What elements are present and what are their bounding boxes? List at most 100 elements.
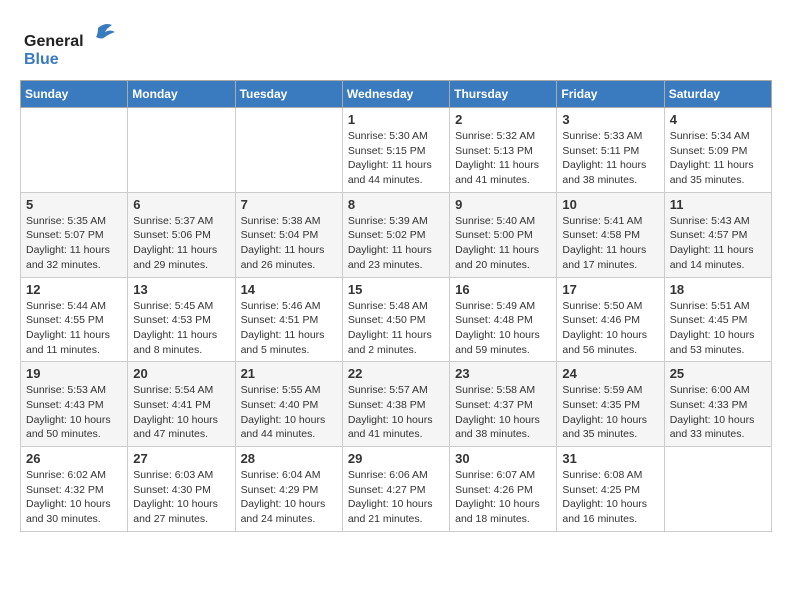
calendar-cell: 4Sunrise: 5:34 AM Sunset: 5:09 PM Daylig… (664, 108, 771, 193)
calendar-cell: 25 Sunrise: 6:00 AM Sunset: 4:33 PM Dayli… (664, 362, 771, 447)
calendar-cell: 14 Sunrise: 5:46 AM Sunset: 4:51 PM Dayli… (235, 277, 342, 362)
day-info: Sunrise: 5:41 AM Sunset: 4:58 PM Dayligh… (562, 214, 658, 273)
calendar-cell (235, 108, 342, 193)
svg-text:General: General (24, 33, 84, 50)
day-info: Sunrise: 5:35 AM Sunset: 5:07 PM Dayligh… (26, 214, 122, 273)
calendar-cell: 12 Sunrise: 5:44 AM Sunset: 4:55 PM Dayli… (21, 277, 128, 362)
day-number: 2 (455, 112, 551, 127)
calendar-cell: 8 Sunrise: 5:39 AM Sunset: 5:02 PM Daylig… (342, 192, 449, 277)
calendar-header-row: SundayMondayTuesdayWednesdayThursdayFrid… (21, 81, 772, 108)
day-number: 12 (26, 282, 122, 297)
calendar-cell: 24 Sunrise: 5:59 AM Sunset: 4:35 PM Dayli… (557, 362, 664, 447)
day-info: Sunrise: 5:38 AM Sunset: 5:04 PM Dayligh… (241, 214, 337, 273)
calendar-cell: 30 Sunrise: 6:07 AM Sunset: 4:26 PM Dayli… (450, 447, 557, 532)
calendar-table: SundayMondayTuesdayWednesdayThursdayFrid… (20, 80, 772, 532)
calendar-cell: 13 Sunrise: 5:45 AM Sunset: 4:53 PM Dayli… (128, 277, 235, 362)
calendar-cell: 17 Sunrise: 5:50 AM Sunset: 4:46 PM Dayli… (557, 277, 664, 362)
day-info: Sunrise: 5:53 AM Sunset: 4:43 PM Dayligh… (26, 383, 122, 442)
calendar-cell: 1Sunrise: 5:30 AM Sunset: 5:15 PM Daylig… (342, 108, 449, 193)
day-number: 8 (348, 197, 444, 212)
day-info: Sunrise: 5:44 AM Sunset: 4:55 PM Dayligh… (26, 299, 122, 358)
day-info: Sunrise: 5:39 AM Sunset: 5:02 PM Dayligh… (348, 214, 444, 273)
week-row-5: 26 Sunrise: 6:02 AM Sunset: 4:32 PM Dayli… (21, 447, 772, 532)
week-row-1: 1Sunrise: 5:30 AM Sunset: 5:15 PM Daylig… (21, 108, 772, 193)
day-number: 13 (133, 282, 229, 297)
day-info: Sunrise: 5:59 AM Sunset: 4:35 PM Dayligh… (562, 383, 658, 442)
day-number: 24 (562, 366, 658, 381)
day-info: Sunrise: 5:54 AM Sunset: 4:41 PM Dayligh… (133, 383, 229, 442)
col-header-monday: Monday (128, 81, 235, 108)
day-number: 28 (241, 451, 337, 466)
day-info: Sunrise: 5:33 AM Sunset: 5:11 PM Dayligh… (562, 129, 658, 188)
col-header-wednesday: Wednesday (342, 81, 449, 108)
day-number: 18 (670, 282, 766, 297)
logo: GeneralBlue (20, 20, 130, 70)
calendar-cell: 26 Sunrise: 6:02 AM Sunset: 4:32 PM Dayli… (21, 447, 128, 532)
day-number: 10 (562, 197, 658, 212)
day-number: 22 (348, 366, 444, 381)
day-number: 11 (670, 197, 766, 212)
day-info: Sunrise: 5:57 AM Sunset: 4:38 PM Dayligh… (348, 383, 444, 442)
calendar-cell: 6 Sunrise: 5:37 AM Sunset: 5:06 PM Daylig… (128, 192, 235, 277)
calendar-cell: 11 Sunrise: 5:43 AM Sunset: 4:57 PM Dayli… (664, 192, 771, 277)
day-number: 21 (241, 366, 337, 381)
page-header: GeneralBlue (20, 20, 772, 70)
calendar-cell: 18 Sunrise: 5:51 AM Sunset: 4:45 PM Dayli… (664, 277, 771, 362)
day-info: Sunrise: 6:08 AM Sunset: 4:25 PM Dayligh… (562, 468, 658, 527)
week-row-3: 12 Sunrise: 5:44 AM Sunset: 4:55 PM Dayli… (21, 277, 772, 362)
day-info: Sunrise: 5:49 AM Sunset: 4:48 PM Dayligh… (455, 299, 551, 358)
calendar-cell: 15Sunrise: 5:48 AM Sunset: 4:50 PM Dayli… (342, 277, 449, 362)
day-number: 20 (133, 366, 229, 381)
day-number: 7 (241, 197, 337, 212)
day-info: Sunrise: 5:40 AM Sunset: 5:00 PM Dayligh… (455, 214, 551, 273)
calendar-cell (21, 108, 128, 193)
calendar-cell: 27 Sunrise: 6:03 AM Sunset: 4:30 PM Dayli… (128, 447, 235, 532)
day-number: 23 (455, 366, 551, 381)
calendar-cell: 22 Sunrise: 5:57 AM Sunset: 4:38 PM Dayli… (342, 362, 449, 447)
calendar-cell (664, 447, 771, 532)
day-number: 9 (455, 197, 551, 212)
day-number: 3 (562, 112, 658, 127)
calendar-cell: 28Sunrise: 6:04 AM Sunset: 4:29 PM Dayli… (235, 447, 342, 532)
col-header-saturday: Saturday (664, 81, 771, 108)
calendar-cell: 9 Sunrise: 5:40 AM Sunset: 5:00 PM Daylig… (450, 192, 557, 277)
week-row-4: 19 Sunrise: 5:53 AM Sunset: 4:43 PM Dayli… (21, 362, 772, 447)
day-info: Sunrise: 5:50 AM Sunset: 4:46 PM Dayligh… (562, 299, 658, 358)
col-header-sunday: Sunday (21, 81, 128, 108)
calendar-cell: 10 Sunrise: 5:41 AM Sunset: 4:58 PM Dayli… (557, 192, 664, 277)
calendar-cell: 16Sunrise: 5:49 AM Sunset: 4:48 PM Dayli… (450, 277, 557, 362)
day-number: 6 (133, 197, 229, 212)
calendar-cell: 23 Sunrise: 5:58 AM Sunset: 4:37 PM Dayli… (450, 362, 557, 447)
day-info: Sunrise: 6:00 AM Sunset: 4:33 PM Dayligh… (670, 383, 766, 442)
calendar-cell (128, 108, 235, 193)
day-number: 27 (133, 451, 229, 466)
day-info: Sunrise: 5:55 AM Sunset: 4:40 PM Dayligh… (241, 383, 337, 442)
calendar-cell: 5 Sunrise: 5:35 AM Sunset: 5:07 PM Daylig… (21, 192, 128, 277)
calendar-cell: 21 Sunrise: 5:55 AM Sunset: 4:40 PM Dayli… (235, 362, 342, 447)
col-header-friday: Friday (557, 81, 664, 108)
day-number: 19 (26, 366, 122, 381)
day-number: 4 (670, 112, 766, 127)
day-info: Sunrise: 5:51 AM Sunset: 4:45 PM Dayligh… (670, 299, 766, 358)
col-header-tuesday: Tuesday (235, 81, 342, 108)
calendar-cell: 31Sunrise: 6:08 AM Sunset: 4:25 PM Dayli… (557, 447, 664, 532)
day-info: Sunrise: 5:43 AM Sunset: 4:57 PM Dayligh… (670, 214, 766, 273)
day-number: 1 (348, 112, 444, 127)
day-info: Sunrise: 5:45 AM Sunset: 4:53 PM Dayligh… (133, 299, 229, 358)
day-number: 30 (455, 451, 551, 466)
day-number: 14 (241, 282, 337, 297)
day-info: Sunrise: 5:46 AM Sunset: 4:51 PM Dayligh… (241, 299, 337, 358)
calendar-cell: 29Sunrise: 6:06 AM Sunset: 4:27 PM Dayli… (342, 447, 449, 532)
day-info: Sunrise: 5:37 AM Sunset: 5:06 PM Dayligh… (133, 214, 229, 273)
day-number: 17 (562, 282, 658, 297)
day-info: Sunrise: 6:03 AM Sunset: 4:30 PM Dayligh… (133, 468, 229, 527)
day-number: 5 (26, 197, 122, 212)
svg-text:Blue: Blue (24, 51, 59, 68)
day-info: Sunrise: 6:02 AM Sunset: 4:32 PM Dayligh… (26, 468, 122, 527)
calendar-cell: 2Sunrise: 5:32 AM Sunset: 5:13 PM Daylig… (450, 108, 557, 193)
day-info: Sunrise: 6:07 AM Sunset: 4:26 PM Dayligh… (455, 468, 551, 527)
day-number: 25 (670, 366, 766, 381)
day-info: Sunrise: 6:06 AM Sunset: 4:27 PM Dayligh… (348, 468, 444, 527)
day-info: Sunrise: 5:58 AM Sunset: 4:37 PM Dayligh… (455, 383, 551, 442)
day-number: 26 (26, 451, 122, 466)
